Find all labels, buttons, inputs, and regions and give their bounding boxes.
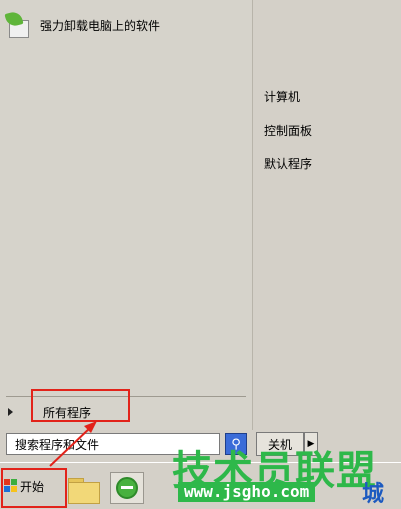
all-programs-highlight-box: [31, 389, 130, 422]
ie-icon[interactable]: [110, 472, 144, 504]
right-item-control-panel[interactable]: 控制面板: [264, 122, 312, 139]
pinned-program-label: 强力卸载电脑上的软件: [40, 18, 161, 33]
watermark-extra: 城: [362, 482, 385, 507]
start-menu-right-panel: 计算机 控制面板 默认程序: [253, 0, 401, 462]
start-menu-left-panel: 强力卸载电脑上的软件 所有程序: [0, 0, 253, 430]
pinned-program-uninstaller[interactable]: 强力卸载电脑上的软件: [4, 10, 161, 40]
folder-icon[interactable]: [66, 474, 100, 504]
start-button-highlight-box: [1, 468, 67, 508]
right-item-default-programs[interactable]: 默认程序: [264, 155, 312, 172]
expand-arrow-icon: [8, 408, 13, 416]
uninstaller-icon: [4, 10, 30, 38]
right-item-computer[interactable]: 计算机: [264, 88, 300, 105]
watermark-url: www.jsgho.com: [178, 482, 316, 502]
